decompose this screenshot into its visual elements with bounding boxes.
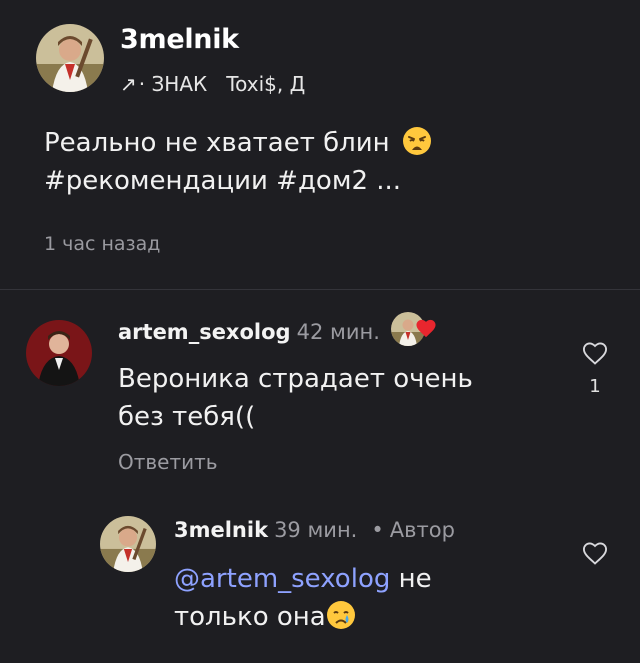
heart-outline-icon[interactable] (581, 542, 609, 570)
comment-item: artem_sexolog 42 мин. Вероника страдает о… (0, 300, 640, 480)
like-control[interactable]: 1 (580, 340, 610, 397)
author-meta: ↗ · ЗНАК Toxi$, Д (120, 72, 305, 96)
post-text: Реально не хватает блин #рекомендации #д… (44, 124, 604, 200)
trend-arrow-icon: ↗ (120, 72, 137, 96)
reply-text: @artem_sexolog не только она (174, 560, 534, 636)
reply-like-control[interactable] (580, 540, 610, 570)
reply-header: 3melnik 39 мин. • Автор (174, 518, 455, 542)
commenter-username[interactable]: artem_sexolog (118, 320, 291, 344)
comment-text-line2: без тебя(( (118, 402, 256, 432)
reply-item: 3melnik 39 мин. • Автор @artem_sexolog не т… (0, 500, 640, 660)
divider (0, 289, 640, 290)
separator-dot: • (371, 518, 384, 542)
comment-time: 42 мин. (296, 320, 380, 344)
mention-link[interactable]: @artem_sexolog (174, 564, 390, 594)
post-timestamp: 1 час назад (44, 233, 161, 255)
reply-author-username[interactable]: 3melnik (174, 518, 268, 542)
reply-text-line1: не (390, 564, 432, 594)
comment-header: artem_sexolog 42 мин. (118, 312, 437, 350)
post-text-line1: Реально не хватает блин (44, 128, 390, 158)
author-meta-text: · ЗНАК Toxi$, Д (138, 72, 306, 96)
liked-by-author-badge (390, 312, 437, 346)
commenter-avatar[interactable] (26, 320, 92, 386)
author-avatar[interactable] (36, 24, 104, 92)
comment-text: Вероника страдает очень без тебя(( (118, 360, 538, 436)
reply-text-line2: только она (174, 602, 326, 632)
like-count: 1 (589, 376, 601, 397)
heart-outline-icon[interactable] (581, 342, 609, 370)
reply-author-avatar[interactable] (100, 516, 156, 572)
author-name[interactable]: 3melnik (120, 24, 239, 55)
crying-face-icon (326, 600, 356, 630)
comment-text-line1: Вероника страдает очень (118, 364, 473, 394)
reply-time: 39 мин. (274, 518, 358, 542)
post-hashtags[interactable]: #рекомендации #дом2 ... (44, 166, 401, 196)
heart-icon (415, 318, 437, 343)
weary-face-icon (402, 126, 432, 156)
author-tag: Автор (389, 518, 455, 542)
reply-button[interactable]: Ответить (118, 450, 218, 474)
post-header: 3melnik ↗ · ЗНАК Toxi$, Д (36, 20, 616, 100)
